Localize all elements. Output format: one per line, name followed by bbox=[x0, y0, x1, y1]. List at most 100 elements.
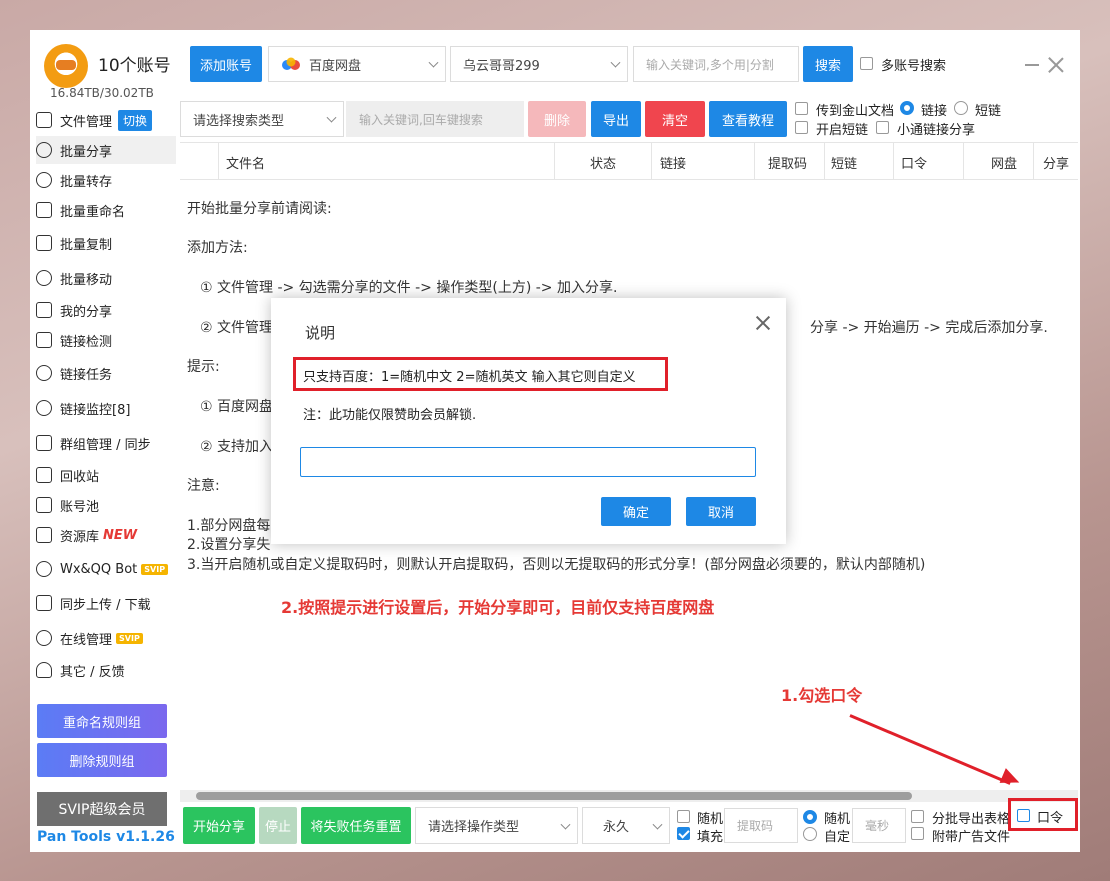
expire-value: 永久 bbox=[603, 820, 630, 835]
sidebar-item-label: 批量转存 bbox=[60, 174, 113, 190]
random-interval-label: 随机 bbox=[824, 812, 851, 827]
sidebar-item-group-manage[interactable]: 群组管理 / 同步 bbox=[36, 429, 176, 457]
sidebar-item-label: 批量重命名 bbox=[60, 204, 126, 220]
sidebar-item-batch-share[interactable]: 批量分享 bbox=[36, 136, 176, 164]
sidebar-item-account-pool[interactable]: 账号池 bbox=[36, 491, 176, 519]
search-type-select[interactable]: 请选择搜索类型 bbox=[180, 101, 344, 137]
reset-failed-button[interactable]: 将失败任务重置 bbox=[301, 807, 411, 844]
sidebar-item-batch-copy[interactable]: 批量复制 bbox=[36, 229, 176, 257]
to-jinshan-checkbox[interactable] bbox=[795, 102, 808, 115]
scrollbar-thumb[interactable] bbox=[196, 792, 912, 800]
small-link-share-checkbox[interactable] bbox=[876, 121, 889, 134]
sidebar-item-batch-move[interactable]: 批量移动 bbox=[36, 264, 176, 292]
multi-account-search-checkbox[interactable] bbox=[860, 57, 873, 70]
short-link-radio[interactable] bbox=[954, 101, 968, 115]
chevron-down-icon bbox=[652, 819, 663, 830]
col-cloud[interactable]: 网盘 bbox=[991, 153, 1017, 172]
svip-button[interactable]: SVIP超级会员 bbox=[37, 792, 167, 826]
minimize-icon[interactable] bbox=[1025, 64, 1039, 66]
cloud-select[interactable]: 百度网盘 bbox=[268, 46, 446, 82]
clear-button[interactable]: 清空 bbox=[645, 101, 705, 137]
export-button[interactable]: 导出 bbox=[591, 101, 641, 137]
delete-rules-button[interactable]: 删除规则组 bbox=[37, 743, 167, 777]
sidebar-item-batch-rename[interactable]: 批量重命名 bbox=[36, 196, 176, 224]
sidebar-item-label: 链接检测 bbox=[60, 334, 113, 350]
ok-button[interactable]: 确定 bbox=[601, 497, 671, 526]
random-code-checkbox[interactable] bbox=[677, 810, 690, 823]
interval-ms-input[interactable]: 毫秒 bbox=[852, 808, 906, 843]
sidebar-item-resource-lib[interactable]: 资源库 NEW bbox=[36, 521, 176, 549]
random-interval-radio[interactable] bbox=[803, 810, 817, 824]
sidebar-item-label: 文件管理 bbox=[60, 114, 113, 130]
enable-short-link-checkbox[interactable] bbox=[795, 121, 808, 134]
link-radio[interactable] bbox=[900, 101, 914, 115]
random-code-label: 随机 bbox=[697, 812, 724, 827]
password-checkbox[interactable] bbox=[1017, 809, 1030, 822]
close-window-icon[interactable] bbox=[1048, 57, 1064, 73]
expire-select[interactable]: 永久 bbox=[582, 807, 670, 844]
my-share-icon bbox=[36, 302, 52, 318]
close-icon[interactable] bbox=[754, 314, 772, 332]
info-dialog: 说明 只支持百度：1=随机中文 2=随机英文 输入其它则自定义 注：此功能仅限赞… bbox=[271, 298, 786, 544]
col-password[interactable]: 口令 bbox=[901, 153, 927, 172]
sidebar-item-sync[interactable]: 同步上传 / 下载 bbox=[36, 589, 176, 617]
stop-button[interactable]: 停止 bbox=[259, 807, 297, 844]
sidebar-item-label: 在线管理 bbox=[60, 632, 113, 648]
sidebar-item-online-manage[interactable]: 在线管理 SVIP bbox=[36, 624, 176, 652]
annotation-step1: 1.勾选口令 bbox=[781, 686, 863, 705]
keyword-search-input[interactable]: 输入关键词,多个用|分割 bbox=[633, 46, 799, 82]
switch-button[interactable]: 切换 bbox=[118, 109, 153, 131]
account-select[interactable]: 乌云哥哥299 bbox=[450, 46, 628, 82]
app-title: 10个账号 bbox=[98, 56, 171, 76]
tutorial-button[interactable]: 查看教程 bbox=[709, 101, 787, 137]
horizontal-scrollbar[interactable] bbox=[180, 790, 1078, 802]
dialog-message: 只支持百度：1=随机中文 2=随机英文 输入其它则自定义 bbox=[303, 370, 636, 385]
col-link[interactable]: 链接 bbox=[660, 153, 686, 172]
rename-rules-button[interactable]: 重命名规则组 bbox=[37, 704, 167, 738]
search-button[interactable]: 搜索 bbox=[803, 46, 853, 82]
col-status[interactable]: 状态 bbox=[590, 153, 616, 172]
batch-export-label: 分批导出表格 bbox=[932, 812, 1011, 827]
account-select-value: 乌云哥哥299 bbox=[463, 58, 540, 74]
sidebar-item-bot[interactable]: Wx&QQ Bot SVIP bbox=[36, 555, 176, 583]
sidebar-item-batch-transfer[interactable]: 批量转存 bbox=[36, 166, 176, 194]
fill-code-checkbox[interactable] bbox=[677, 827, 690, 840]
col-filename[interactable]: 文件名 bbox=[226, 153, 265, 172]
col-share[interactable]: 分享 bbox=[1043, 153, 1069, 172]
instruction-line: 注意: bbox=[187, 478, 220, 494]
extract-code-input[interactable]: 提取码 bbox=[724, 808, 798, 843]
sidebar-item-link-monitor[interactable]: 链接监控[8] bbox=[36, 394, 176, 422]
sidebar-item-link-check[interactable]: 链接检测 bbox=[36, 326, 176, 354]
add-account-button[interactable]: 添加账号 bbox=[190, 46, 262, 82]
sidebar-item-link-task[interactable]: 链接任务 bbox=[36, 359, 176, 387]
col-short-link[interactable]: 短链 bbox=[831, 153, 857, 172]
sidebar-item-file-manage[interactable]: 文件管理 切换 bbox=[36, 106, 176, 134]
col-extract-code[interactable]: 提取码 bbox=[768, 153, 807, 172]
dialog-input[interactable] bbox=[300, 447, 756, 477]
sync-icon bbox=[36, 595, 52, 611]
version-label: Pan Tools v1.1.26 bbox=[37, 829, 175, 845]
sidebar-item-label: 我的分享 bbox=[60, 304, 113, 320]
with-ad-checkbox[interactable] bbox=[911, 827, 924, 840]
folder-icon bbox=[36, 112, 52, 128]
short-link-radio-label: 短链 bbox=[975, 104, 1002, 119]
batch-export-checkbox[interactable] bbox=[911, 810, 924, 823]
move-icon bbox=[36, 270, 52, 286]
sidebar-item-my-share[interactable]: 我的分享 bbox=[36, 296, 176, 324]
sidebar-item-label: 批量移动 bbox=[60, 272, 113, 288]
sidebar-item-label: 批量复制 bbox=[60, 237, 113, 253]
sidebar-item-other[interactable]: 其它 / 反馈 bbox=[36, 656, 176, 684]
operation-type-select[interactable]: 请选择操作类型 bbox=[415, 807, 578, 844]
multi-account-search-label: 多账号搜索 bbox=[881, 59, 947, 74]
file-search-input[interactable]: 输入关键词,回车键搜索 bbox=[346, 101, 524, 137]
custom-interval-radio[interactable] bbox=[803, 827, 817, 841]
instruction-line: 1.部分网盘每 bbox=[187, 518, 271, 534]
chevron-down-icon bbox=[560, 819, 571, 830]
start-share-button[interactable]: 开始分享 bbox=[183, 807, 255, 844]
group-icon bbox=[36, 435, 52, 451]
sidebar-item-recycle-bin[interactable]: 回收站 bbox=[36, 461, 176, 489]
cancel-button[interactable]: 取消 bbox=[686, 497, 756, 526]
small-link-share-label: 小通链接分享 bbox=[897, 123, 976, 138]
instruction-line: ② 支持加入 bbox=[200, 439, 274, 455]
delete-button[interactable]: 删除 bbox=[528, 101, 586, 137]
